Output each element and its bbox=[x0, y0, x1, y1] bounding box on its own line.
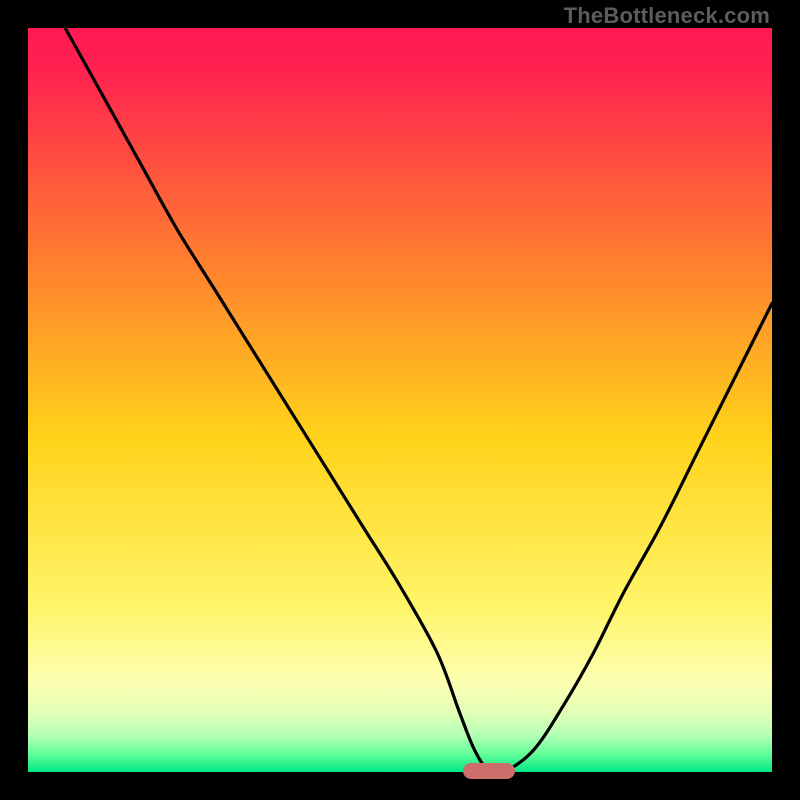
plot-area bbox=[28, 28, 772, 772]
gradient-background bbox=[28, 28, 772, 772]
optimal-marker bbox=[463, 763, 515, 779]
chart-frame bbox=[28, 28, 772, 772]
watermark-text: TheBottleneck.com bbox=[564, 3, 770, 29]
